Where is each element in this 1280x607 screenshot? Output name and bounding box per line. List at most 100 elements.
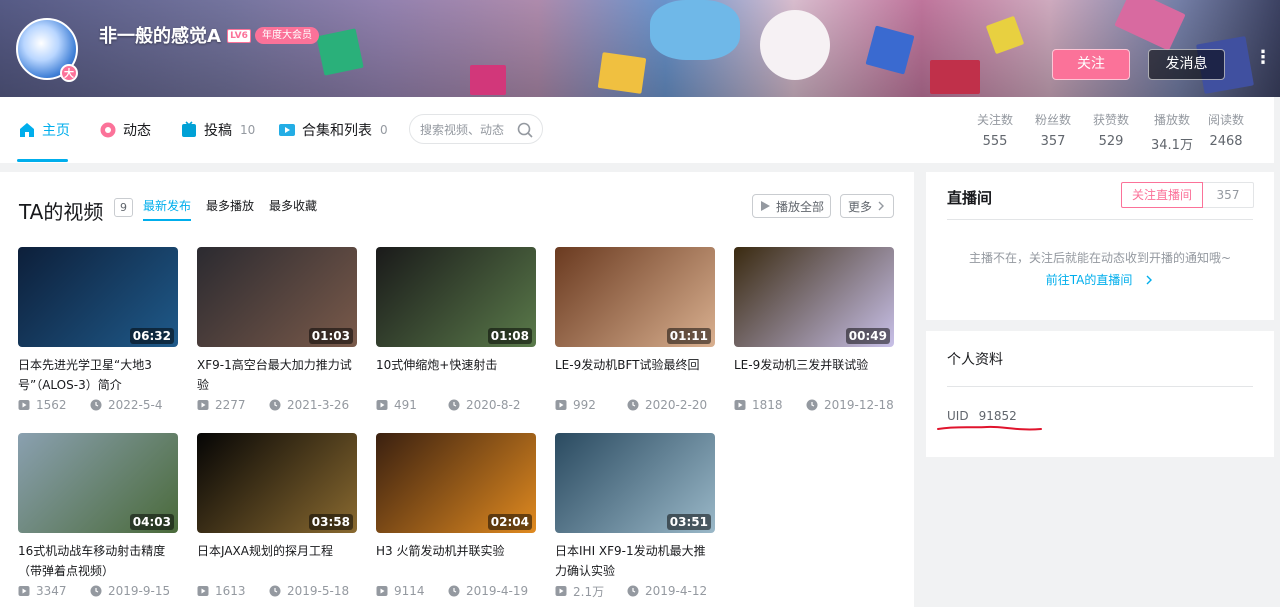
- profile-title: 个人资料: [947, 352, 1003, 368]
- video-duration: 02:04: [487, 514, 532, 530]
- video-play-count: 1818: [752, 398, 783, 412]
- video-title[interactable]: 日本先进光学卫星“大地3号”（ALOS-3）简介: [18, 355, 178, 395]
- clock-icon: [448, 585, 460, 597]
- go-to-live-link[interactable]: 前往TA的直播间: [926, 271, 1274, 288]
- video-play-count: 1613: [215, 584, 246, 598]
- video-card[interactable]: 03:58 日本JAXA规划的探月工程 1613 2019-5-18: [197, 433, 357, 599]
- stat-following[interactable]: 关注数 555: [977, 111, 1013, 149]
- level-badge: LV6: [227, 29, 251, 43]
- active-tab-indicator: [17, 159, 68, 162]
- video-card[interactable]: 01:11 LE-9发动机BFT试验最终回 992 2020-2-20: [555, 247, 715, 413]
- video-thumbnail[interactable]: 03:51: [555, 433, 715, 533]
- play-count-icon: [376, 586, 388, 596]
- follow-button[interactable]: 关注: [1052, 49, 1130, 80]
- play-count-icon: [197, 400, 209, 410]
- stat-value: 2468: [1209, 134, 1243, 149]
- send-message-button[interactable]: 发消息: [1148, 49, 1225, 80]
- video-thumbnail[interactable]: 06:32: [18, 247, 178, 347]
- tab-home-label: 主页: [42, 123, 70, 139]
- search-box: [409, 114, 543, 144]
- tab-dynamic-label: 动态: [123, 123, 151, 139]
- video-date: 2021-3-26: [287, 398, 350, 412]
- live-offline-message: 主播不在，关注后就能在动态收到开播的通知哦~: [968, 251, 1232, 265]
- video-title[interactable]: 日本IHI XF9-1发动机最大推力确认实验: [555, 541, 715, 581]
- more-videos-button[interactable]: 更多: [840, 194, 894, 218]
- clock-icon: [269, 399, 281, 411]
- video-title[interactable]: LE-9发动机BFT试验最终回: [555, 355, 715, 395]
- video-title[interactable]: 10式伸缩炮+快速射击: [376, 355, 536, 395]
- follow-live-button[interactable]: 关注直播间: [1121, 182, 1203, 208]
- character-decoration: [650, 0, 740, 60]
- play-count-icon: [734, 400, 746, 410]
- video-play-count: 2277: [215, 398, 246, 412]
- video-card[interactable]: 01:03 XF9-1高空台最大加力推力试验 2277 2021-3-26: [197, 247, 357, 413]
- video-duration: 03:58: [308, 514, 353, 530]
- video-title[interactable]: XF9-1高空台最大加力推力试验: [197, 355, 357, 395]
- stat-value: 357: [1040, 134, 1066, 149]
- tab-collections[interactable]: 合集和列表 0: [278, 120, 388, 140]
- video-thumbnail[interactable]: 02:04: [376, 433, 536, 533]
- video-card[interactable]: 06:32 日本先进光学卫星“大地3号”（ALOS-3）简介 1562 2022…: [18, 247, 178, 413]
- video-date: 2019-12-18: [824, 398, 894, 412]
- divider: [947, 219, 1253, 220]
- video-duration: 01:03: [308, 328, 353, 344]
- video-title[interactable]: 日本JAXA规划的探月工程: [197, 541, 357, 581]
- stat-followers[interactable]: 粉丝数 357: [1035, 111, 1071, 149]
- play-all-button[interactable]: 播放全部: [752, 194, 831, 218]
- play-count-icon: [376, 400, 388, 410]
- video-date: 2019-4-12: [645, 584, 708, 598]
- live-follower-count: 357: [1203, 182, 1254, 208]
- video-duration: 00:49: [845, 328, 890, 344]
- annotation-underline: [937, 425, 1042, 431]
- video-date: 2019-9-15: [108, 584, 171, 598]
- clock-icon: [627, 399, 639, 411]
- more-options-icon[interactable]: ⋮: [1254, 49, 1272, 67]
- play-all-label: 播放全部: [775, 199, 824, 214]
- video-thumbnail[interactable]: 01:11: [555, 247, 715, 347]
- video-meta: 1818 2019-12-18: [734, 397, 894, 413]
- play-count-icon: [18, 586, 30, 596]
- clock-icon: [269, 585, 281, 597]
- gift-decoration: [985, 15, 1025, 55]
- live-room-panel: 直播间 关注直播间 357 主播不在，关注后就能在动态收到开播的通知哦~ 前往T…: [926, 172, 1274, 320]
- video-play-count: 1562: [36, 398, 67, 412]
- video-card[interactable]: 00:49 LE-9发动机三发并联试验 1818 2019-12-18: [734, 247, 894, 413]
- video-meta: 2.1万 2019-4-12: [555, 583, 715, 599]
- stat-value: 555: [982, 134, 1008, 149]
- video-title[interactable]: H3 火箭发动机并联实验: [376, 541, 536, 581]
- more-label: 更多: [847, 199, 872, 214]
- video-card[interactable]: 04:03 16式机动战车移动射击精度（带弹着点视频） 3347 2019-9-…: [18, 433, 178, 599]
- video-date: 2019-5-18: [287, 584, 350, 598]
- sort-tab-most-played[interactable]: 最多播放: [206, 197, 254, 214]
- uploads-icon: [182, 121, 196, 137]
- search-input[interactable]: [420, 120, 514, 140]
- video-meta: 992 2020-2-20: [555, 397, 715, 413]
- sort-tab-indicator: [143, 219, 191, 221]
- vip-badge[interactable]: 年度大会员: [255, 27, 319, 44]
- video-card[interactable]: 03:51 日本IHI XF9-1发动机最大推力确认实验 2.1万 2019-4…: [555, 433, 715, 599]
- video-duration: 01:08: [487, 328, 532, 344]
- video-thumbnail[interactable]: 01:03: [197, 247, 357, 347]
- video-thumbnail[interactable]: 00:49: [734, 247, 894, 347]
- sort-tab-latest[interactable]: 最新发布: [143, 197, 191, 214]
- video-duration: 01:11: [666, 328, 711, 344]
- search-icon[interactable]: [516, 121, 534, 139]
- video-title[interactable]: LE-9发动机三发并联试验: [734, 355, 894, 395]
- video-card[interactable]: 02:04 H3 火箭发动机并联实验 9114 2019-4-19: [376, 433, 536, 599]
- video-thumbnail[interactable]: 04:03: [18, 433, 178, 533]
- video-card[interactable]: 01:08 10式伸缩炮+快速射击 491 2020-8-2: [376, 247, 536, 413]
- stat-label: 获赞数: [1093, 113, 1130, 127]
- sort-tab-most-favorited[interactable]: 最多收藏: [269, 197, 317, 214]
- video-thumbnail[interactable]: 03:58: [197, 433, 357, 533]
- video-meta: 1613 2019-5-18: [197, 583, 357, 599]
- tab-dynamic[interactable]: 动态: [99, 120, 151, 140]
- stat-plays: 播放数 34.1万: [1151, 111, 1193, 153]
- tab-home[interactable]: 主页: [18, 120, 70, 140]
- video-title[interactable]: 16式机动战车移动射击精度（带弹着点视频）: [18, 541, 178, 581]
- tab-uploads[interactable]: 投稿 10: [180, 120, 255, 140]
- video-thumbnail[interactable]: 01:08: [376, 247, 536, 347]
- stat-label: 播放数: [1153, 113, 1190, 127]
- videos-panel: TA的视频 9 最新发布 最多播放 最多收藏 播放全部 更多 06:32 日本先…: [0, 172, 914, 607]
- video-duration: 06:32: [129, 328, 174, 344]
- video-play-count: 3347: [36, 584, 67, 598]
